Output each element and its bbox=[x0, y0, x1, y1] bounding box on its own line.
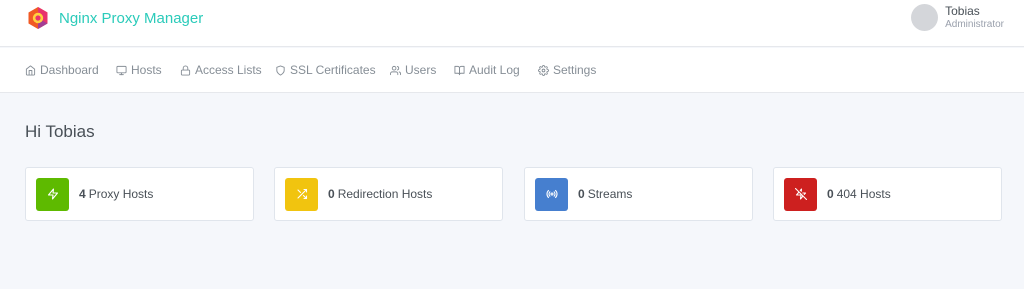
stat-text: 0 Streams bbox=[578, 187, 632, 201]
user-role: Administrator bbox=[945, 19, 1004, 30]
shuffle-icon bbox=[296, 188, 307, 200]
users-icon bbox=[390, 65, 401, 76]
stat-label: Proxy Hosts bbox=[88, 187, 154, 201]
stat-stamp bbox=[535, 177, 568, 211]
home-icon bbox=[25, 64, 36, 76]
nav-label: Users bbox=[405, 63, 437, 77]
nav-label: Audit Log bbox=[469, 63, 520, 77]
nav-item-settings[interactable]: Settings bbox=[538, 63, 596, 77]
stat-stamp bbox=[285, 177, 318, 211]
zap-off-icon bbox=[794, 188, 807, 200]
stat-label: 404 Hosts bbox=[836, 187, 891, 201]
stat-text: 0 404 Hosts bbox=[827, 187, 891, 201]
stat-count: 0 bbox=[578, 187, 585, 201]
book-icon bbox=[454, 65, 465, 76]
nav-item-access-lists[interactable]: Access Lists bbox=[180, 63, 262, 77]
zap-icon bbox=[47, 188, 58, 200]
stat-label: Redirection Hosts bbox=[337, 187, 433, 201]
stat-count: 0 bbox=[827, 187, 834, 201]
nav-label: Dashboard bbox=[40, 63, 99, 77]
monitor-icon bbox=[116, 65, 127, 76]
brand-link[interactable]: Nginx Proxy Manager bbox=[26, 6, 203, 30]
gear-icon bbox=[538, 64, 549, 76]
user-info: Tobias Administrator bbox=[945, 4, 1004, 31]
stat-stamp bbox=[36, 177, 69, 211]
user-name: Tobias bbox=[945, 4, 980, 18]
main-nav: Dashboard Hosts Access Lists SSL Certifi… bbox=[0, 48, 1024, 93]
app-title: Nginx Proxy Manager bbox=[59, 9, 204, 27]
nav-item-dashboard[interactable]: Dashboard bbox=[25, 63, 99, 77]
stat-stamp bbox=[784, 177, 817, 211]
nav-item-ssl-certificates[interactable]: SSL Certificates bbox=[275, 63, 376, 77]
stat-count: 0 bbox=[328, 187, 335, 201]
lock-icon bbox=[180, 64, 191, 76]
nav-item-audit-log[interactable]: Audit Log bbox=[454, 63, 520, 77]
avatar[interactable] bbox=[911, 4, 939, 31]
stat-count: 4 bbox=[79, 187, 86, 201]
app-logo-icon bbox=[28, 7, 48, 29]
nav-label: Hosts bbox=[131, 63, 162, 77]
nav-label: Access Lists bbox=[195, 63, 262, 77]
stat-card-streams[interactable]: 0 Streams bbox=[524, 167, 753, 221]
stat-text: 0 Redirection Hosts bbox=[328, 187, 432, 201]
page-greeting: Hi Tobias bbox=[25, 122, 95, 141]
nav-item-hosts[interactable]: Hosts bbox=[116, 63, 162, 77]
stat-card-proxy-hosts[interactable]: 4 Proxy Hosts bbox=[25, 167, 254, 221]
stat-label: Streams bbox=[587, 187, 633, 201]
stat-card-redirection-hosts[interactable]: 0 Redirection Hosts bbox=[274, 167, 503, 221]
nav-label: Settings bbox=[553, 63, 597, 77]
top-header: Nginx Proxy Manager Tobias Administrator bbox=[0, 0, 1024, 47]
nav-item-users[interactable]: Users bbox=[390, 63, 436, 77]
stat-text: 4 Proxy Hosts bbox=[79, 187, 153, 201]
user-menu[interactable]: Tobias Administrator bbox=[911, 4, 1004, 31]
stat-card-404-hosts[interactable]: 0 404 Hosts bbox=[773, 167, 1002, 221]
shield-icon bbox=[275, 64, 286, 76]
nav-label: SSL Certificates bbox=[290, 63, 376, 77]
radio-icon bbox=[546, 189, 557, 199]
